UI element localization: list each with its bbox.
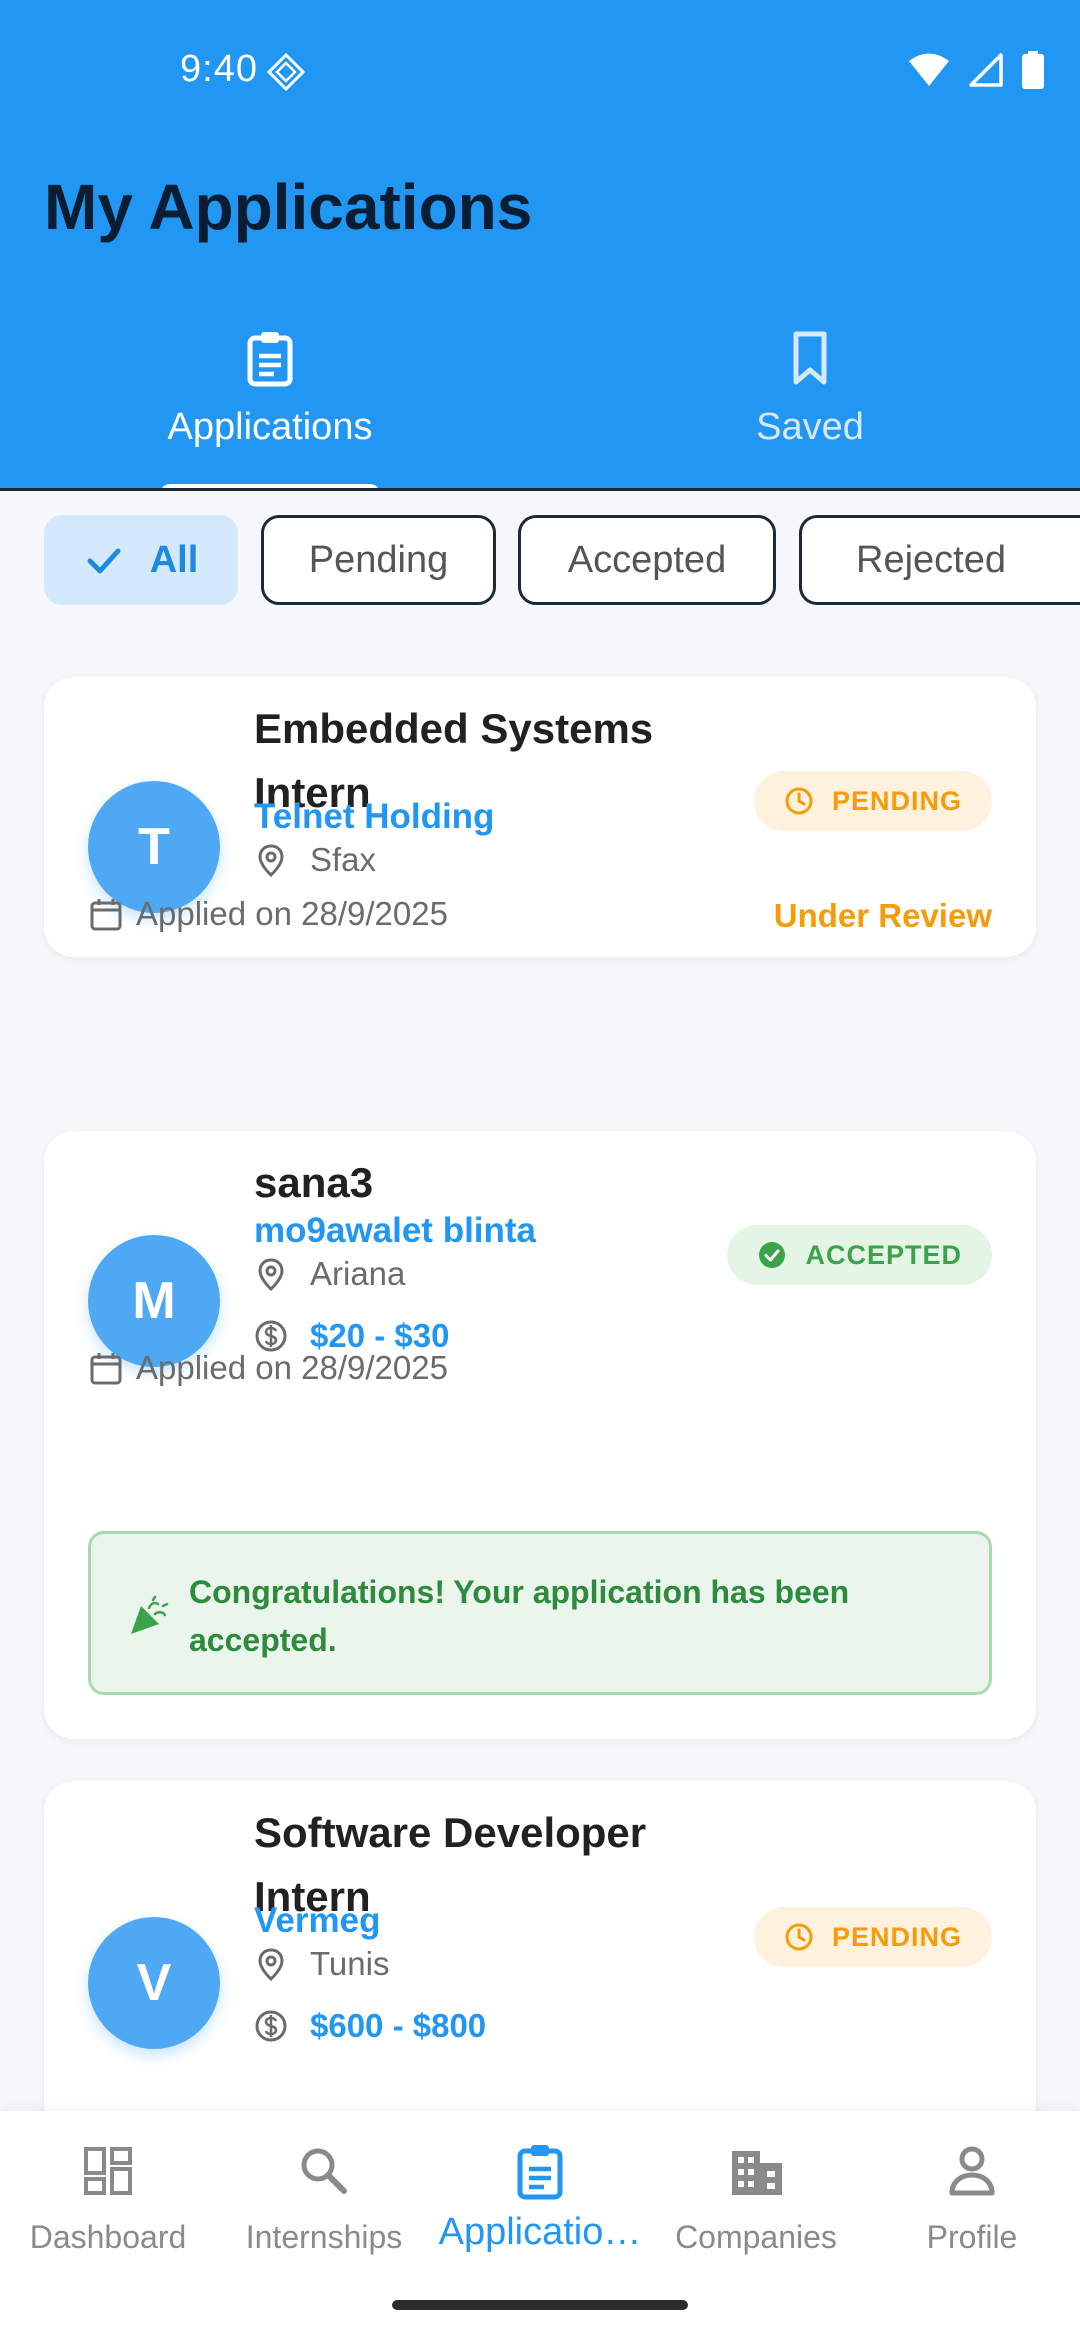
filter-chip-all[interactable]: All: [44, 515, 238, 605]
nav-item-applications[interactable]: Applicatio…: [432, 2141, 648, 2281]
salary-text: $600 - $800: [310, 2007, 487, 2044]
job-title-line: Embedded Systems: [254, 705, 654, 752]
status-badge: ACCEPTED: [727, 1225, 992, 1285]
filter-chip-pending[interactable]: Pending: [261, 515, 496, 605]
status-bar: 9:40: [0, 0, 1080, 140]
clipboard-icon: [247, 332, 293, 387]
location-text: Tunis: [310, 1945, 390, 1982]
building-icon: [732, 2151, 782, 2195]
nav-item-internships[interactable]: Internships: [216, 2141, 432, 2281]
status-badge-label: PENDING: [831, 1921, 962, 1952]
status-badge: PENDING: [753, 771, 992, 831]
nav-item-profile[interactable]: Profile: [864, 2141, 1080, 2281]
location-row: Sfax: [254, 841, 376, 879]
location-pin-icon: [258, 844, 284, 877]
location-pin-icon: [258, 1258, 284, 1291]
clock-icon: [785, 1923, 813, 1951]
application-card[interactable]: V Software Developer Intern Vermeg Tunis…: [44, 1781, 1036, 2111]
status-badge: PENDING: [753, 1907, 992, 1967]
wifi-icon: [909, 53, 949, 86]
applied-date-text: Applied on 28/9/2025: [136, 895, 448, 932]
location-row: Tunis: [254, 1945, 389, 1983]
tab-saved-label: Saved: [756, 406, 864, 448]
applications-list[interactable]: All Pending Accepted Rejected T Embedded…: [0, 491, 1080, 2111]
nav-item-companies[interactable]: Companies: [648, 2141, 864, 2281]
filter-chip-label: Pending: [308, 538, 449, 581]
person-icon: [949, 2146, 995, 2196]
dollar-icon: [255, 2010, 287, 2042]
location-row: Ariana: [254, 1255, 405, 1293]
company-avatar: M: [88, 1235, 220, 1367]
filter-chip-label: All: [149, 538, 199, 581]
applied-date-row: Applied on 28/9/2025: [88, 1349, 448, 1387]
salary-row: $600 - $800: [254, 2007, 486, 2045]
bookmark-icon: [793, 331, 827, 385]
app-bar: 9:40 My Applications Applications Saved: [0, 0, 1080, 494]
congrats-banner: Congratulations! Your application has be…: [88, 1531, 992, 1695]
review-status: Under Review: [773, 897, 992, 934]
location-text: Ariana: [310, 1255, 406, 1292]
congrats-text: Congratulations! Your application has be…: [189, 1574, 850, 1658]
battery-icon: [1022, 51, 1044, 89]
application-card[interactable]: T Embedded Systems Intern Telnet Holding…: [44, 677, 1036, 957]
nav-label: Applicatio…: [438, 2211, 642, 2253]
company-avatar: V: [88, 1917, 220, 2049]
company-name[interactable]: mo9awalet blinta: [254, 1211, 536, 1251]
nav-item-dashboard[interactable]: Dashboard: [0, 2141, 216, 2281]
filter-chip-accepted[interactable]: Accepted: [518, 515, 776, 605]
tab-applications-label: Applications: [167, 406, 373, 448]
celebration-icon: [131, 1595, 169, 1634]
nav-label: Dashboard: [29, 2219, 187, 2255]
job-title-line: Software Developer: [254, 1809, 647, 1856]
status-icons: [908, 50, 1044, 90]
applied-date-text: Applied on 28/9/2025: [136, 1349, 448, 1386]
location-pin-icon: [258, 1948, 284, 1981]
check-icon: [87, 548, 121, 574]
filter-chip-rejected[interactable]: Rejected: [799, 515, 1080, 605]
company-avatar: T: [88, 781, 220, 913]
nav-label: Internships: [245, 2219, 403, 2255]
page-title: My Applications: [44, 171, 533, 243]
applied-date-row: Applied on 28/9/2025: [88, 895, 448, 933]
status-badge-label: ACCEPTED: [805, 1239, 962, 1270]
data-saver-icon: [266, 52, 306, 92]
status-badge-label: PENDING: [831, 785, 962, 816]
location-text: Sfax: [310, 841, 377, 878]
filter-chip-label: Accepted: [567, 538, 727, 581]
cell-signal-icon: [969, 53, 1003, 87]
status-time: 9:40: [180, 48, 258, 90]
home-indicator[interactable]: [392, 2300, 688, 2310]
job-title: sana3: [254, 1159, 374, 1206]
company-name[interactable]: Telnet Holding: [254, 797, 494, 837]
tab-bar: Applications Saved: [0, 320, 1080, 494]
clipboard-icon: [517, 2145, 563, 2200]
dashboard-icon: [84, 2147, 132, 2195]
nav-label: Profile: [926, 2219, 1018, 2255]
tab-saved[interactable]: Saved: [540, 320, 1080, 490]
calendar-icon: [90, 899, 122, 931]
calendar-icon: [90, 1353, 122, 1385]
application-card[interactable]: M sana3 mo9awalet blinta Ariana $20 - $3…: [44, 1131, 1036, 1739]
nav-label: Companies: [675, 2219, 837, 2255]
filter-chips: All Pending Accepted Rejected: [44, 515, 1080, 609]
check-circle-icon: [759, 1242, 786, 1268]
dollar-icon: [255, 1320, 287, 1352]
company-name[interactable]: Vermeg: [254, 1901, 380, 1941]
tab-applications[interactable]: Applications: [0, 320, 540, 490]
filter-chip-label: Rejected: [856, 538, 1006, 581]
clock-icon: [785, 787, 813, 815]
search-icon: [301, 2148, 347, 2194]
